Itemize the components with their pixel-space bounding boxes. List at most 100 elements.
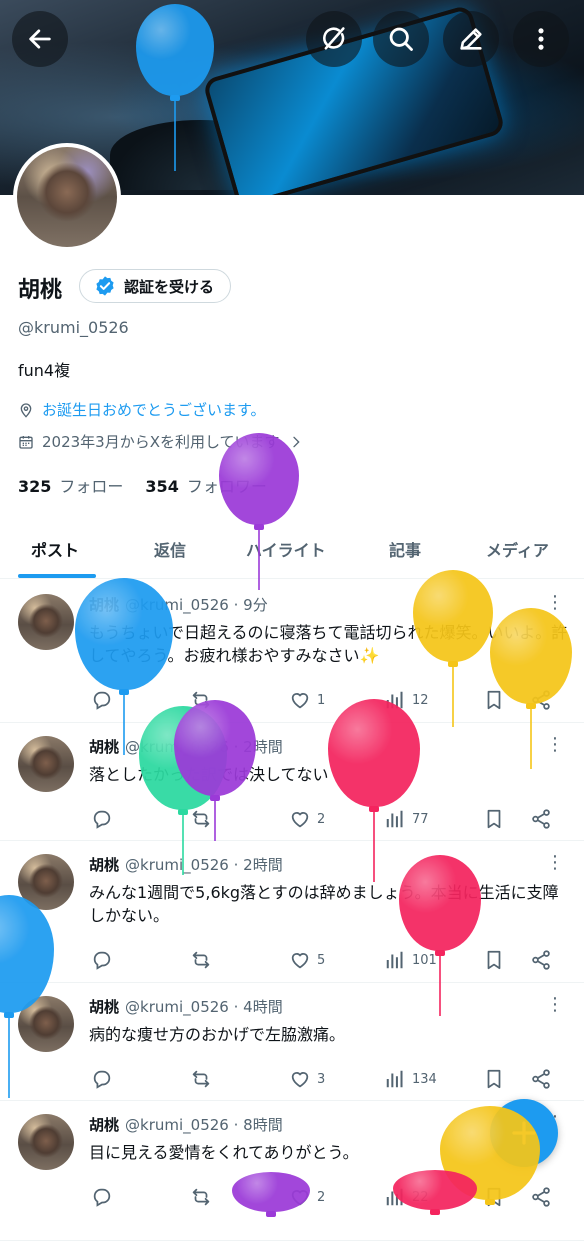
profile-avatar[interactable] [13,143,121,251]
tab-media[interactable]: メディア [486,537,549,561]
bookmark-icon [483,808,505,830]
bookmark-button[interactable] [483,1068,505,1090]
reply-button[interactable] [91,949,119,971]
post-text: みんな1週間で5,6kg落とすのは辞めましょう。本当に生活に支障しかない。 [89,883,559,925]
balloon-decoration [413,570,493,730]
repost-icon [190,1186,212,1208]
balloon-decoration [393,1170,477,1218]
share-button[interactable] [530,949,552,971]
grok-button[interactable] [306,11,362,67]
repost-button[interactable] [190,1186,218,1208]
heart-icon [289,689,311,711]
search-icon [389,27,413,51]
view-count: 134 [412,1071,437,1087]
profile-bio: fun4複 [18,361,71,380]
like-count: 2 [317,1189,326,1205]
post-author-name[interactable]: 胡桃 [89,856,119,874]
balloon-decoration [174,700,256,844]
bookmark-button[interactable] [483,949,505,971]
post-text: 病的な痩せ方のおかげで左脇激痛。 [89,1025,346,1044]
share-icon [530,1068,552,1090]
bookmark-icon [483,949,505,971]
followers-count: 354 [145,477,179,496]
like-button[interactable]: 3 [289,1068,325,1090]
post-avatar[interactable] [18,736,74,792]
tab-articles[interactable]: 記事 [389,537,421,561]
arrow-left-icon [29,29,51,49]
reply-icon [91,808,113,830]
balloon-decoration [0,895,54,1101]
views-button[interactable]: 134 [384,1068,437,1090]
calendar-icon [19,435,33,449]
analytics-icon [384,1068,406,1090]
post-more-button[interactable]: ⋮ [545,994,565,1015]
heart-icon [289,808,311,830]
repost-button[interactable] [190,949,218,971]
post-actions: 3 134 [89,1068,569,1092]
post-actions: 5 101 [89,949,569,973]
like-count: 3 [317,1071,326,1087]
post-header: 胡桃 @krumi_0526 · 8時間 [89,1114,283,1135]
search-button[interactable] [373,11,429,67]
post-author-name[interactable]: 胡桃 [89,998,119,1016]
post-item[interactable]: 胡桃 @krumi_0526 · 2時間 ⋮ みんな1週間で5,6kg落とすのは辞… [0,840,584,983]
post-timestamp: · 8時間 [233,1116,283,1134]
post-more-button[interactable]: ⋮ [545,852,565,873]
post-author-handle: @krumi_0526 [125,1116,229,1134]
pencil-icon [460,28,482,50]
like-button[interactable]: 5 [289,949,325,971]
edit-button[interactable] [443,11,499,67]
profile-name: 胡桃 [18,278,63,303]
post-avatar[interactable] [18,1114,74,1170]
avatar-image [17,147,117,247]
reply-button[interactable] [91,1186,119,1208]
bookmark-icon [483,1068,505,1090]
like-button[interactable]: 2 [289,808,325,830]
post-header: 胡桃 @krumi_0526 · 4時間 [89,996,283,1017]
post-timestamp: · 9分 [233,596,268,614]
following-link[interactable]: 325 フォロー [18,473,123,497]
following-label: フォロー [59,477,124,496]
repost-icon [190,949,212,971]
profile-handle: @krumi_0526 [18,318,129,337]
location-text[interactable]: お誕生日おめでとうございます。 [42,399,266,420]
post-author-handle: @krumi_0526 [125,998,229,1016]
balloon-decoration [490,608,572,772]
profile-location: お誕生日おめでとうございます。 [18,399,266,420]
share-button[interactable] [530,808,552,830]
repost-button[interactable] [190,1068,218,1090]
like-button[interactable]: 1 [289,689,325,711]
like-count: 5 [317,952,326,968]
reply-button[interactable] [91,1068,119,1090]
like-count: 2 [317,811,326,827]
post-timestamp: · 2時間 [233,856,283,874]
following-count: 325 [18,477,52,496]
tab-posts[interactable]: ポスト [31,537,79,561]
location-pin-icon [20,402,32,418]
post-timestamp: · 4時間 [233,998,283,1016]
more-vertical-icon [538,28,544,50]
verified-badge-icon [96,276,114,296]
reply-icon [91,949,113,971]
back-button[interactable] [12,11,68,67]
repost-icon [190,1068,212,1090]
share-icon [530,949,552,971]
reply-icon [91,1068,113,1090]
reply-button[interactable] [91,808,119,830]
balloon-decoration [219,433,299,593]
post-author-name[interactable]: 胡桃 [89,1116,119,1134]
get-verified-button[interactable]: 認証を受ける [79,269,232,303]
balloon-decoration [232,1172,310,1220]
heart-icon [289,1068,311,1090]
heart-icon [289,949,311,971]
bookmark-button[interactable] [483,808,505,830]
share-button[interactable] [530,1068,552,1090]
tab-replies[interactable]: 返信 [154,537,186,561]
post-avatar[interactable] [18,594,74,650]
grok-icon [323,27,345,50]
like-count: 1 [317,692,326,708]
more-options-button[interactable] [513,11,569,67]
reply-icon [91,1186,113,1208]
verify-label: 認証を受ける [124,277,215,296]
post-item[interactable]: 胡桃 @krumi_0526 · 4時間 ⋮ 病的な痩せ方のおかげで左脇激痛。 3… [0,982,584,1101]
